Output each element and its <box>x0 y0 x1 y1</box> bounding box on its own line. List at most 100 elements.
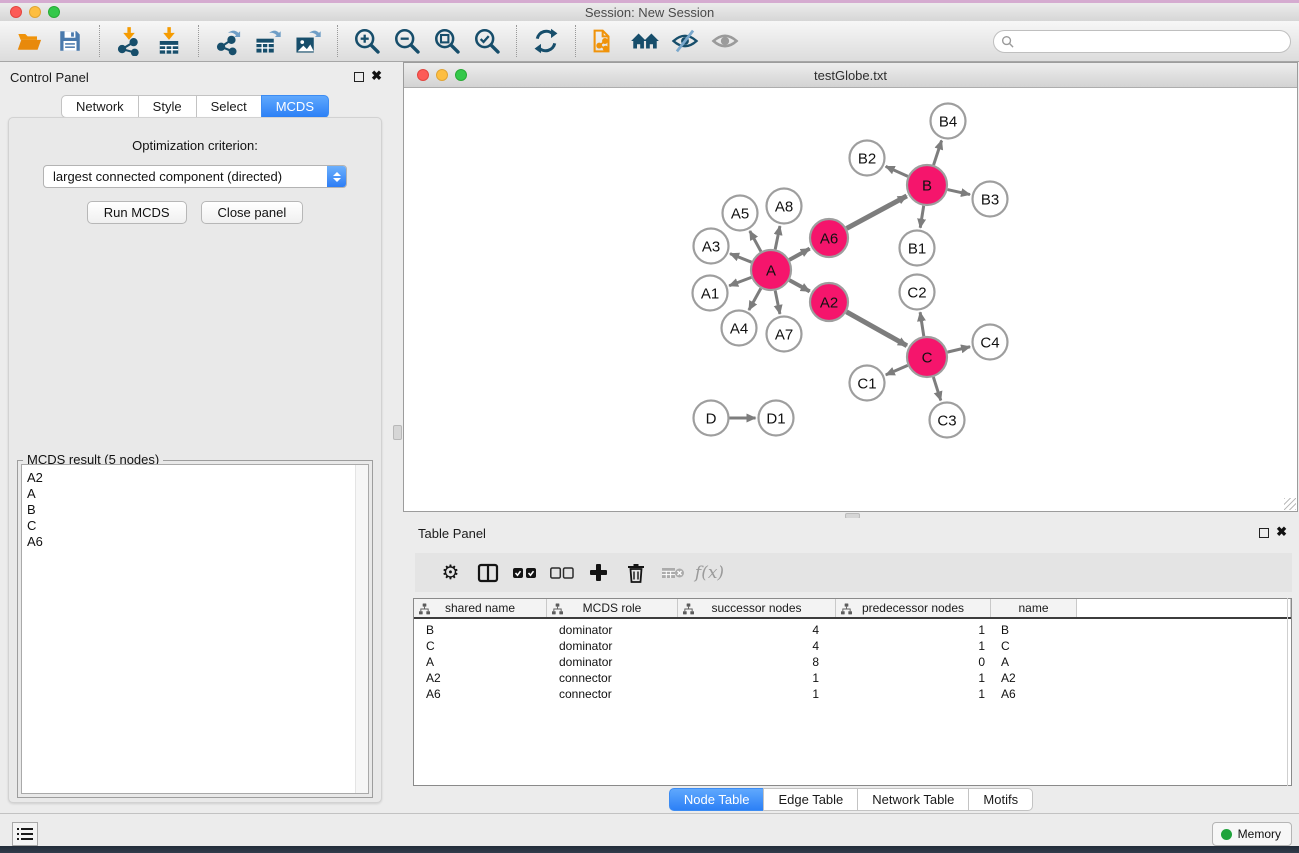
import-table-button[interactable] <box>152 24 186 58</box>
graph-node-D[interactable]: D <box>694 401 729 436</box>
graph-node-A6[interactable]: A6 <box>810 219 848 257</box>
column-header-predecessor-nodes[interactable]: predecessor nodes <box>836 599 991 617</box>
graph-edge-A2-C[interactable] <box>846 312 907 346</box>
column-header-successor-nodes[interactable]: successor nodes <box>678 599 836 617</box>
import-network-button[interactable] <box>112 24 146 58</box>
column-header-shared-name[interactable]: shared name <box>414 599 547 617</box>
tab-motifs[interactable]: Motifs <box>968 788 1033 811</box>
graph-edge-C-C3[interactable] <box>933 377 940 400</box>
result-scrollbar[interactable] <box>355 465 368 793</box>
table-row[interactable]: A6connector11A6 <box>414 686 1291 702</box>
tab-network-table[interactable]: Network Table <box>857 788 969 811</box>
float-table-panel-icon[interactable] <box>1259 528 1269 538</box>
graph-node-B2[interactable]: B2 <box>850 141 885 176</box>
home-view-button[interactable] <box>628 24 662 58</box>
memory-button[interactable]: Memory <box>1212 822 1292 846</box>
graph-node-A8[interactable]: A8 <box>767 189 802 224</box>
graph-node-C2[interactable]: C2 <box>900 275 935 310</box>
graph-node-B[interactable]: B <box>907 165 947 205</box>
graph-node-C1[interactable]: C1 <box>850 366 885 401</box>
tab-node-table[interactable]: Node Table <box>669 788 765 811</box>
graph-node-A4[interactable]: A4 <box>722 311 757 346</box>
graph-edge-C-C2[interactable] <box>920 312 924 336</box>
tab-edge-table[interactable]: Edge Table <box>763 788 858 811</box>
run-mcds-button[interactable]: Run MCDS <box>87 201 187 224</box>
table-scrollbar[interactable] <box>1287 598 1288 786</box>
graph-edge-A6-B[interactable] <box>847 196 907 229</box>
delete-table-button[interactable] <box>654 558 691 588</box>
zoom-selected-button[interactable] <box>470 24 504 58</box>
task-history-button[interactable] <box>12 822 38 846</box>
graph-node-B1[interactable]: B1 <box>900 231 935 266</box>
graph-edge-A-A1[interactable] <box>729 277 751 285</box>
network-window-title: testGlobe.txt <box>404 68 1297 83</box>
graph-edge-B-B2[interactable] <box>886 166 908 176</box>
tab-mcds[interactable]: MCDS <box>261 95 329 118</box>
tab-network[interactable]: Network <box>61 95 139 118</box>
export-image-button[interactable] <box>291 24 325 58</box>
graph-edge-C-C4[interactable] <box>947 347 970 352</box>
graph-node-A3[interactable]: A3 <box>694 229 729 264</box>
close-panel-button[interactable]: Close panel <box>201 201 304 224</box>
graph-edge-B-B4[interactable] <box>934 140 942 165</box>
graph-edge-A-A7[interactable] <box>775 291 780 314</box>
show-columns-button[interactable] <box>469 558 506 588</box>
resize-grip[interactable] <box>1284 498 1296 510</box>
create-column-button[interactable] <box>580 558 617 588</box>
zoom-in-button[interactable] <box>350 24 384 58</box>
close-table-panel-icon[interactable]: ✖ <box>1276 524 1287 540</box>
function-builder-button[interactable]: f(x) <box>691 558 728 588</box>
graph-node-A2[interactable]: A2 <box>810 283 848 321</box>
zoom-fit-button[interactable] <box>430 24 464 58</box>
column-header-MCDS-role[interactable]: MCDS role <box>547 599 678 617</box>
graph-node-B4[interactable]: B4 <box>931 104 966 139</box>
export-table-button[interactable] <box>251 24 285 58</box>
graph-edge-A-A2[interactable] <box>789 280 809 291</box>
graph-edge-B-B1[interactable] <box>920 206 923 228</box>
graph-node-A1[interactable]: A1 <box>693 276 728 311</box>
save-session-button[interactable] <box>53 24 87 58</box>
graph-edge-A-A4[interactable] <box>749 288 761 310</box>
show-graphics-details-button[interactable] <box>708 24 742 58</box>
delete-column-button[interactable] <box>617 558 654 588</box>
zoom-out-button[interactable] <box>390 24 424 58</box>
search-input[interactable] <box>1019 32 1290 51</box>
tab-select[interactable]: Select <box>196 95 262 118</box>
hide-graphics-details-button[interactable] <box>668 24 702 58</box>
graph-node-C[interactable]: C <box>907 337 947 377</box>
table-options-button[interactable]: ⚙ <box>432 558 469 588</box>
graph-edge-A-A5[interactable] <box>750 231 761 252</box>
graph-node-C4[interactable]: C4 <box>973 325 1008 360</box>
float-panel-icon[interactable] <box>354 72 364 82</box>
network-window-titlebar[interactable]: testGlobe.txt <box>404 63 1297 88</box>
column-header-name[interactable]: name <box>991 599 1077 617</box>
open-session-button[interactable] <box>13 24 47 58</box>
graph-node-A7[interactable]: A7 <box>767 317 802 352</box>
gear-icon: ⚙ <box>442 563 460 583</box>
deselect-all-button[interactable] <box>543 558 580 588</box>
mcds-result-list[interactable]: A2ABCA6 <box>21 464 369 794</box>
graph-edge-C-C1[interactable] <box>886 365 908 374</box>
table-row[interactable]: Bdominator41B <box>414 622 1291 638</box>
graph-edge-B-B3[interactable] <box>947 190 969 195</box>
table-row[interactable]: Adominator80A <box>414 654 1291 670</box>
table-row[interactable]: A2connector11A2 <box>414 670 1291 686</box>
graph-node-C3[interactable]: C3 <box>930 403 965 438</box>
new-network-button[interactable] <box>588 24 622 58</box>
select-all-button[interactable] <box>506 558 543 588</box>
close-panel-icon[interactable]: ✖ <box>371 68 382 84</box>
criterion-dropdown[interactable]: largest connected component (directed) <box>43 165 347 188</box>
tab-style[interactable]: Style <box>138 95 197 118</box>
network-canvas[interactable]: B4 B2 B B3 A5 A8A6 B1 A3 A C2 A1 A2 A4 A7 C4 C C1 C3 D D1 <box>404 88 1297 511</box>
graph-edge-A-A6[interactable] <box>789 249 809 260</box>
apply-layout-button[interactable] <box>529 24 563 58</box>
graph-edge-A-A3[interactable] <box>730 254 751 263</box>
graph-node-A5[interactable]: A5 <box>723 196 758 231</box>
export-network-button[interactable] <box>211 24 245 58</box>
graph-edge-A-A8[interactable] <box>775 226 780 249</box>
graph-node-D1[interactable]: D1 <box>759 401 794 436</box>
graph-node-A[interactable]: A <box>751 250 791 290</box>
panel-divider-handle[interactable] <box>393 425 402 440</box>
table-row[interactable]: Cdominator41C <box>414 638 1291 654</box>
graph-node-B3[interactable]: B3 <box>973 182 1008 217</box>
